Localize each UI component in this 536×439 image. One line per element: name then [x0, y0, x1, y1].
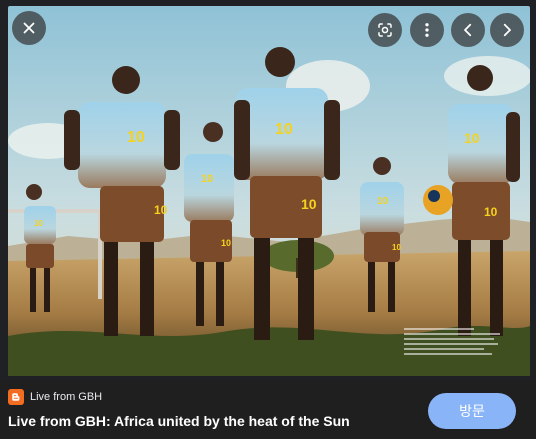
shorts-number-3: 10: [484, 205, 498, 219]
shorts-number-4: 10: [221, 238, 231, 248]
jersey-number-1: 10: [127, 129, 145, 146]
close-icon: [23, 22, 35, 34]
previous-image-button[interactable]: [451, 13, 485, 47]
close-button[interactable]: [12, 11, 46, 45]
chevron-right-icon: [503, 23, 511, 37]
source-link[interactable]: Live from GBH: [8, 389, 102, 405]
google-lens-icon: [378, 23, 392, 37]
blogger-icon: [8, 389, 24, 405]
jersey-number-3: 10: [464, 130, 480, 146]
next-image-button[interactable]: [490, 13, 524, 47]
result-info-panel: Live from GBH Live from GBH: Africa unit…: [0, 380, 536, 439]
more-vert-icon: [425, 23, 429, 37]
jersey-number-6: 10: [34, 219, 43, 228]
preview-image[interactable]: 10 10 10 10 10 10 10 10 10 10 10: [8, 6, 530, 376]
jersey-number-4: 10: [201, 173, 213, 185]
more-options-button[interactable]: [410, 13, 444, 47]
search-image-button[interactable]: [368, 13, 402, 47]
chevron-left-icon: [464, 23, 472, 37]
jersey-number-2: 10: [275, 121, 293, 138]
shorts-number-1: 10: [301, 196, 317, 212]
shorts-number-2: 10: [154, 203, 168, 217]
image-viewer: 10 10 10 10 10 10 10 10 10 10 10: [0, 0, 536, 380]
result-title[interactable]: Live from GBH: Africa united by the heat…: [8, 413, 350, 429]
shorts-number-5: 10: [392, 243, 401, 252]
visit-button[interactable]: 방문: [428, 393, 516, 429]
poster-fine-print: [404, 328, 504, 358]
jersey-number-5: 10: [377, 196, 389, 207]
source-name: Live from GBH: [30, 391, 103, 403]
